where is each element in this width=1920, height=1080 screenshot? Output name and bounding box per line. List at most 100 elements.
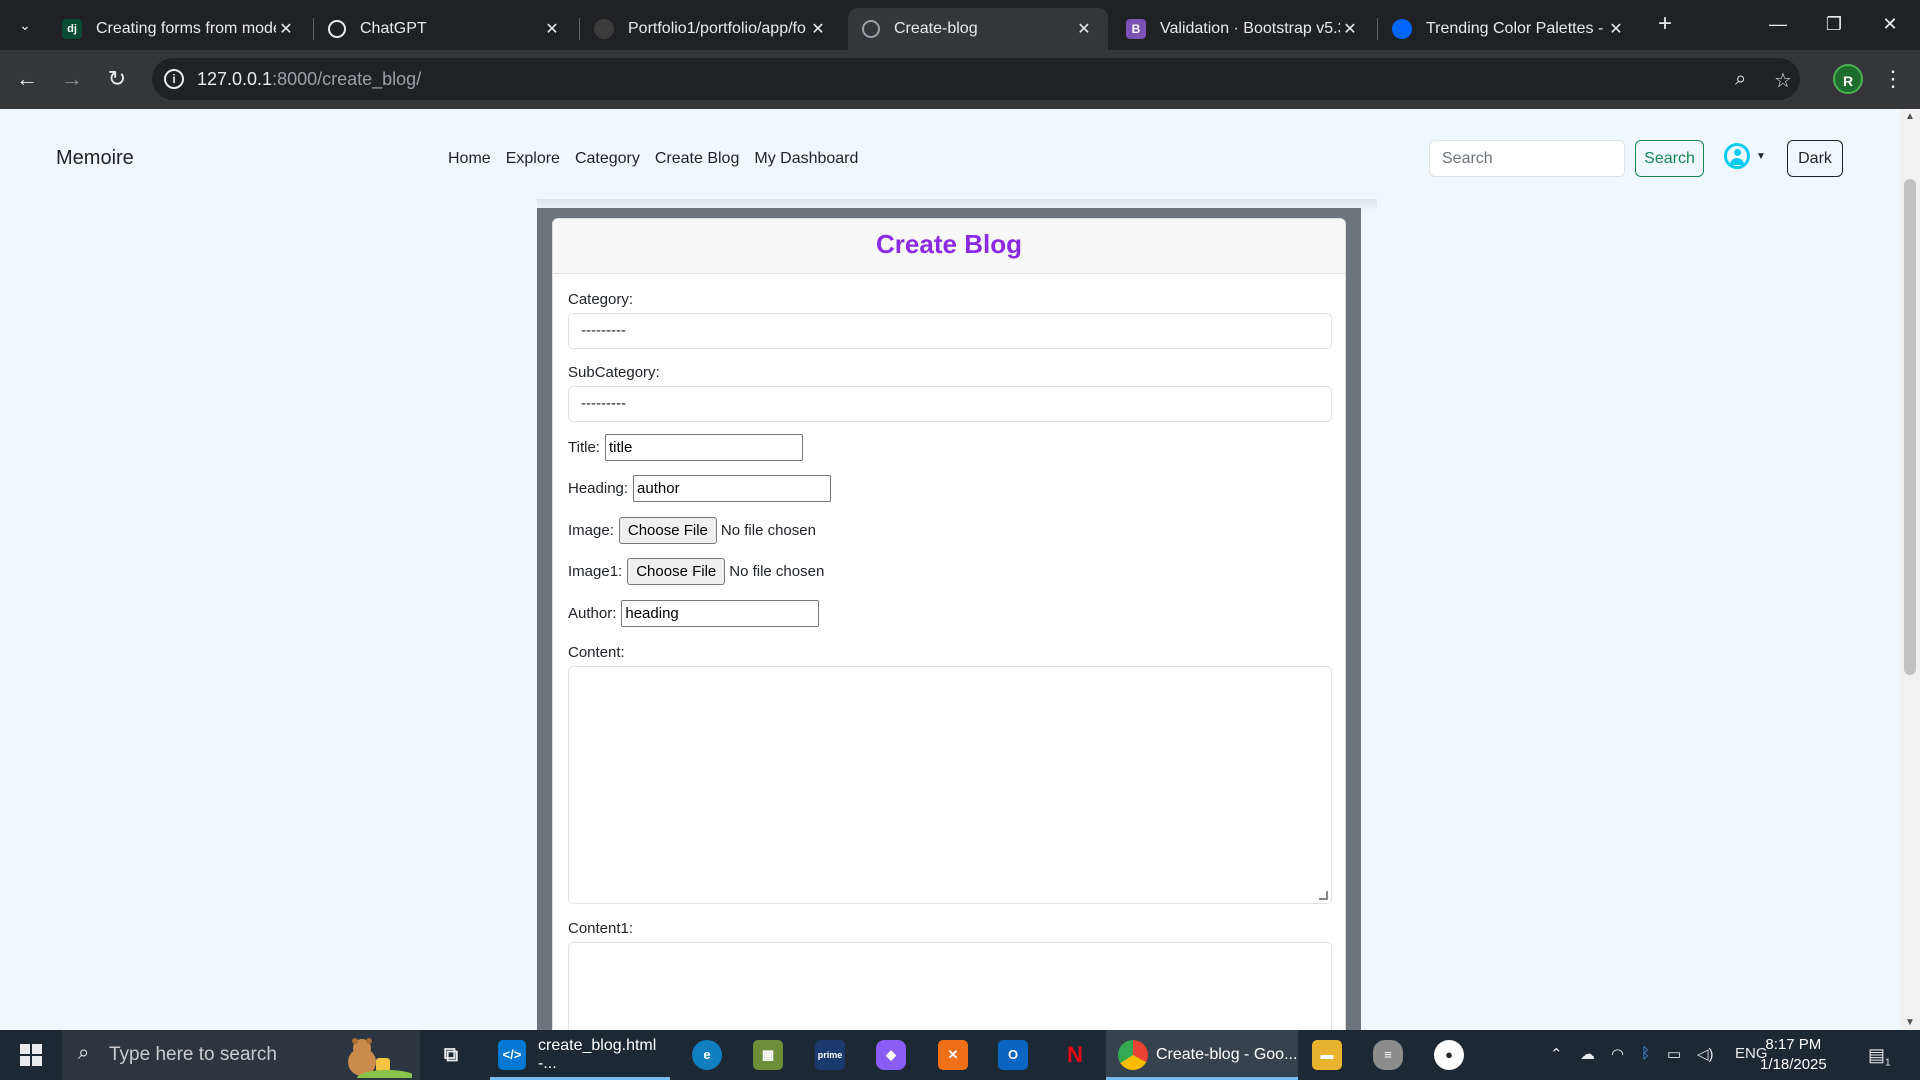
close-window-button[interactable]: ✕ xyxy=(1862,8,1918,40)
user-account-icon[interactable] xyxy=(1724,143,1750,169)
profile-avatar[interactable]: R xyxy=(1833,64,1863,94)
browser-menu-icon[interactable]: ⋮ xyxy=(1882,64,1904,94)
copilot-icon[interactable]: ◆ xyxy=(876,1040,906,1070)
windows-start-icon[interactable] xyxy=(10,1042,50,1068)
nav-link-create-blog[interactable]: Create Blog xyxy=(655,150,740,168)
close-tab-icon[interactable]: ✕ xyxy=(808,19,828,39)
show-hidden-icons-chevron-icon[interactable]: ⌃ xyxy=(1550,1045,1563,1063)
tab-chatgpt[interactable]: ChatGPT ✕ xyxy=(314,8,576,50)
zoom-icon[interactable]: ⌕ xyxy=(1735,68,1746,91)
user-dropdown-caret-icon[interactable]: ▼ xyxy=(1756,151,1766,162)
content-label: Content: xyxy=(568,644,625,661)
volume-icon[interactable]: ◁) xyxy=(1697,1045,1714,1063)
scroll-up-arrow-icon[interactable]: ▲ xyxy=(1905,111,1915,122)
github-icon xyxy=(594,19,614,39)
restore-button[interactable]: ❐ xyxy=(1806,8,1862,40)
heading-label: Heading: xyxy=(568,480,629,497)
category-select[interactable]: --------- xyxy=(568,313,1332,349)
tab-search-chevron-icon[interactable]: ⌄ xyxy=(12,12,38,38)
author-input[interactable]: heading xyxy=(621,600,820,627)
database-icon[interactable]: ≡ xyxy=(1373,1040,1403,1070)
close-tab-icon[interactable]: ✕ xyxy=(1340,19,1360,39)
heading-input[interactable]: author xyxy=(633,475,832,502)
netflix-icon[interactable]: N xyxy=(1060,1040,1090,1070)
notification-count: 1 xyxy=(1885,1057,1891,1069)
close-tab-icon[interactable]: ✕ xyxy=(1606,19,1626,39)
task-view-icon[interactable]: ⧉ xyxy=(436,1040,466,1070)
resize-grip-icon[interactable] xyxy=(1319,891,1328,900)
new-tab-button[interactable]: + xyxy=(1650,10,1680,40)
content-textarea[interactable] xyxy=(568,666,1332,904)
back-arrow-icon[interactable]: ← xyxy=(12,64,42,94)
xampp-icon[interactable]: ✕ xyxy=(938,1040,968,1070)
tab-create-blog[interactable]: Create-blog ✕ xyxy=(848,8,1108,50)
scrollbar-thumb[interactable] xyxy=(1904,179,1916,675)
file-explorer-icon[interactable]: ▬ xyxy=(1312,1040,1342,1070)
bluetooth-icon[interactable]: ᛒ xyxy=(1641,1045,1650,1062)
taskbar-search-placeholder: Type here to search xyxy=(109,1044,277,1065)
django-icon: dj xyxy=(62,19,82,39)
dark-mode-button[interactable]: Dark xyxy=(1787,140,1843,177)
image-no-file-text: No file chosen xyxy=(720,522,816,539)
close-tab-icon[interactable]: ✕ xyxy=(542,19,562,39)
tab-title: Validation · Bootstrap v5.3 xyxy=(1160,20,1340,37)
notifications-icon[interactable]: ▤1 xyxy=(1868,1045,1891,1069)
reload-icon[interactable]: ↻ xyxy=(102,64,132,94)
nav-link-category[interactable]: Category xyxy=(575,150,640,168)
site-brand[interactable]: Memoire xyxy=(56,147,134,170)
site-info-icon[interactable]: i xyxy=(164,69,184,89)
scroll-down-arrow-icon[interactable]: ▼ xyxy=(1905,1017,1915,1028)
vscode-icon: </> xyxy=(498,1040,526,1070)
author-label: Author: xyxy=(568,605,617,622)
wifi-icon[interactable]: ◠ xyxy=(1611,1045,1624,1063)
tab-bootstrap-validation[interactable]: B Validation · Bootstrap v5.3 ✕ xyxy=(1112,8,1374,50)
tab-title: Trending Color Palettes - C xyxy=(1426,20,1606,37)
close-tab-icon[interactable]: ✕ xyxy=(276,19,296,39)
image-choose-file-button[interactable]: Choose File xyxy=(618,517,717,544)
system-clock[interactable]: 8:17 PM 1/18/2025 xyxy=(1760,1035,1827,1075)
tab-color-palettes[interactable]: Trending Color Palettes - C ✕ xyxy=(1378,8,1640,50)
subcategory-select[interactable]: --------- xyxy=(568,386,1332,422)
image1-label: Image1: xyxy=(568,563,623,580)
form-title: Create Blog xyxy=(553,219,1345,274)
outlook-icon[interactable]: O xyxy=(998,1040,1028,1070)
title-input[interactable]: title xyxy=(604,434,803,461)
image1-no-file-text: No file chosen xyxy=(729,563,825,580)
taskbar-app-vscode[interactable]: </> create_blog.html -... xyxy=(490,1030,670,1080)
tab-django-forms[interactable]: dj Creating forms from mode ✕ xyxy=(48,8,310,50)
minimize-button[interactable]: — xyxy=(1750,8,1806,40)
search-icon: ⌕ xyxy=(78,1042,90,1064)
image1-choose-file-button[interactable]: Choose File xyxy=(627,558,726,585)
bookmark-star-icon[interactable]: ☆ xyxy=(1774,68,1792,93)
tab-title: Portfolio1/portfolio/app/fo xyxy=(628,20,806,37)
tab-title: Creating forms from mode xyxy=(96,20,276,37)
page-viewport: Memoire Home Explore Category Create Blo… xyxy=(0,109,1900,1030)
page-scrollbar[interactable]: ▲ ▼ xyxy=(1900,109,1920,1030)
forward-arrow-icon[interactable]: → xyxy=(57,64,87,94)
nav-link-dashboard[interactable]: My Dashboard xyxy=(754,150,858,168)
github-desktop-icon[interactable]: ● xyxy=(1434,1040,1464,1070)
vscode-window-label: create_blog.html -... xyxy=(538,1037,657,1072)
image-label: Image: xyxy=(568,522,614,539)
url-text: 127.0.0.1:8000/create_blog/ xyxy=(197,69,422,89)
search-highlight-bear-icon xyxy=(348,1038,412,1078)
tab-github-portfolio[interactable]: Portfolio1/portfolio/app/fo ✕ xyxy=(580,8,842,50)
onedrive-icon[interactable]: ☁ xyxy=(1580,1045,1595,1063)
clock-date: 1/18/2025 xyxy=(1760,1056,1827,1073)
windows-taskbar: ⌕ Type here to search ⧉ </> create_blog.… xyxy=(0,1030,1920,1080)
site-search-button[interactable]: Search xyxy=(1635,140,1704,177)
battery-icon[interactable]: ▭ xyxy=(1667,1045,1681,1063)
image-app-icon[interactable]: ▦ xyxy=(753,1040,783,1070)
nav-links: Home Explore Category Create Blog My Das… xyxy=(448,150,858,168)
nav-link-home[interactable]: Home xyxy=(448,150,491,168)
close-tab-icon[interactable]: ✕ xyxy=(1074,19,1094,39)
taskbar-app-chrome[interactable]: Create-blog - Goo... xyxy=(1106,1030,1298,1080)
taskbar-search-box[interactable]: ⌕ Type here to search xyxy=(62,1030,420,1080)
address-bar[interactable]: i 127.0.0.1:8000/create_blog/ ⌕ ☆ xyxy=(152,58,1800,100)
nav-link-explore[interactable]: Explore xyxy=(506,150,560,168)
globe-icon xyxy=(862,20,880,38)
content1-textarea[interactable] xyxy=(568,942,1332,1030)
site-search-input[interactable]: Search xyxy=(1429,140,1625,177)
edge-icon[interactable]: e xyxy=(692,1040,722,1070)
prime-video-icon[interactable]: prime xyxy=(815,1040,845,1070)
